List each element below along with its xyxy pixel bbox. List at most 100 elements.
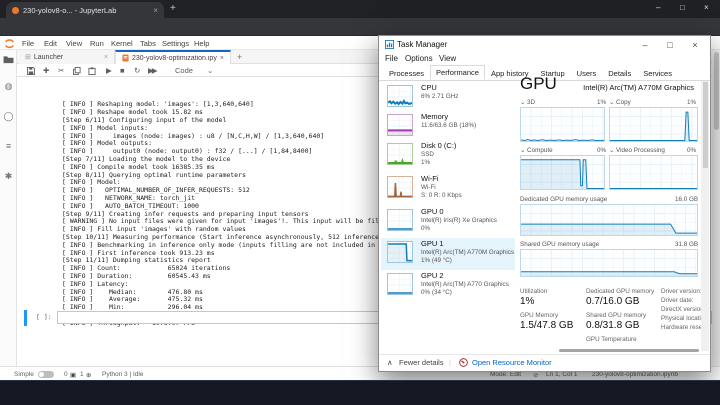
sidebar-item-gpu1-selected[interactable]: GPU 1 Intel(R) Arc(TM) A770M Graphics 1%… [381,238,515,270]
fewer-details-chevron-icon[interactable]: ∧ [387,358,393,367]
tm-menu-options[interactable]: Options [405,54,433,63]
browser-tab-title: 230-yolov8-o... - JupyterLab [23,6,149,15]
menu-kernel[interactable]: Kernel [111,39,133,48]
open-resource-monitor-link[interactable]: Open Resource Monitor [472,358,552,367]
dedicated-gpu-memory-value: 0.7/16.0 GB [586,296,639,307]
fewer-details-button[interactable]: Fewer details [399,358,444,367]
cell-type-select[interactable]: Code [175,66,193,75]
status-filename: 230-yolov8-optimization.ipynb [592,371,678,378]
tm-minimize-button[interactable]: – [634,38,656,52]
sidebar-item-memory[interactable]: Memory 11.6/63.6 GB (18%) [381,111,515,139]
shared-gpu-memory-value: 0.8/31.8 GB [586,320,639,331]
tab-close-icon[interactable]: × [220,55,224,62]
save-icon[interactable] [27,67,35,75]
tm-close-button[interactable]: × [684,38,706,52]
add-cell-icon[interactable]: ✚ [43,66,49,75]
simple-mode-label: Simple [14,371,34,378]
new-tab-button[interactable]: + [170,4,176,14]
menu-run[interactable]: Run [90,39,104,48]
gpu-memory-label: GPU Memory [520,312,558,319]
gpu-panel-title: GPU [520,74,557,94]
chart-copy [609,107,698,142]
tab-services[interactable]: Services [637,66,678,80]
menu-edit[interactable]: Edit [44,39,57,48]
cursor-position: Ln 1, Col 1 [546,371,577,378]
sidebar-item-disk[interactable]: Disk 0 (C:) SSD 1% [381,140,515,172]
jupyter-favicon [12,7,19,14]
browser-titlebar: 230-yolov8-o... - JupyterLab × + – □ × [0,0,720,18]
restart-kernel-icon[interactable]: ↻ [134,66,140,75]
run-cell-icon[interactable]: ▶ [106,66,112,75]
sidebar-item-gpu2[interactable]: GPU 2 Intel(R) Arc(TM) A770 Graphics 0% … [381,270,515,302]
tm-vertical-scrollbar-thumb[interactable] [703,82,708,168]
paste-icon[interactable] [88,67,96,75]
menu-help[interactable]: Help [194,39,209,48]
copy-icon[interactable] [73,67,81,75]
running-sessions-icon[interactable]: ◍ [3,82,14,91]
tm-menu-file[interactable]: File [385,54,398,63]
cell-prompt: [ ]: [36,313,52,321]
tab-close-icon[interactable]: × [153,6,158,15]
gpu1-mini-chart [387,241,413,263]
gpu2-mini-chart [387,273,413,295]
selected-cell-indicator [24,310,27,326]
desktop: 230-yolov8-o... - JupyterLab × + – □ × ←… [0,0,720,405]
windows-taskbar: ⌂ >_ ∧ 12:38 PM 1/17/2023 ☾ [0,380,720,405]
shared-memory-max: 31.8 GB [675,241,698,248]
tab-details[interactable]: Details [602,66,637,80]
tab-users[interactable]: Users [571,66,603,80]
restart-run-all-icon[interactable]: ▶▶ [148,66,156,75]
kernel-status[interactable]: Python 3 | Idle [102,371,143,378]
notification-icon[interactable]: ⊘ [533,371,538,379]
cut-icon[interactable]: ✂ [58,66,64,75]
menu-settings[interactable]: Settings [162,39,189,48]
file-browser-icon[interactable] [3,55,14,64]
chart-copy-label[interactable]: ⌄ Copy [609,99,631,106]
wifi-mini-chart [387,176,413,198]
menu-file[interactable]: File [22,39,34,48]
sidebar-item-wifi[interactable]: Wi-Fi Wi-Fi S: 0 R: 0 Kbps [381,173,515,205]
dedicated-memory-label: Dedicated GPU memory usage [520,196,607,203]
chart-video-processing [609,155,698,190]
dedicated-memory-max: 16.0 GB [675,196,698,203]
browser-tab[interactable]: 230-yolov8-o... - JupyterLab × [6,2,164,18]
tm-menu-view[interactable]: View [439,54,456,63]
dedicated-memory-chart [520,204,698,236]
status-mode: Mode: Edit [490,371,521,378]
chart-compute [520,155,605,190]
add-tab-button[interactable]: + [237,52,242,62]
menu-view[interactable]: View [66,39,82,48]
chart-compute-label[interactable]: ⌄ Compute [520,147,553,154]
stop-kernel-icon[interactable]: ■ [120,66,125,75]
table-of-contents-icon[interactable]: ≡ [3,142,14,151]
resource-monitor-icon [459,358,468,367]
extension-manager-icon[interactable]: ✱ [3,172,14,181]
chart-video-label[interactable]: ⌄ Video Processing [609,147,665,154]
notebook-scrollbar-thumb[interactable] [714,52,719,130]
tab-performance[interactable]: Performance [430,65,485,80]
sidebar-item-cpu[interactable]: CPU 6% 2.71 GHz [381,82,515,110]
chart-3d [520,107,605,142]
chart-copy-pct: 1% [687,99,696,106]
shared-memory-chart [520,249,698,277]
cell-type-chevron-icon[interactable]: ⌄ [207,66,213,75]
tab-processes[interactable]: Processes [383,66,430,80]
sidebar-item-gpu0[interactable]: GPU 0 Intel(R) Iris(R) Xe Graphics 0% [381,206,515,238]
shared-gpu-memory-label: Shared GPU memory [586,312,646,319]
gpu-memory-value: 1.5/47.8 GB [520,320,573,331]
tab-notebook[interactable]: 230-yolov8-optimization.ipy × [115,50,231,64]
browser-navbar: ← → ↻ i localhost:8888/lab/tree/230-yolo… [0,18,720,36]
browser-close-button[interactable]: × [704,3,709,12]
kernel-count: 0 [64,371,68,378]
property-inspector-icon[interactable]: ◯ [3,112,14,121]
tab-launcher[interactable]: ⊞ Launcher × [19,50,115,64]
browser-maximize-button[interactable]: □ [680,3,685,12]
browser-minimize-button[interactable]: – [656,3,660,12]
chart-3d-label[interactable]: ⌄ 3D [520,99,535,106]
tab-close-icon[interactable]: × [104,54,108,61]
dedicated-gpu-memory-label: Dedicated GPU memory [586,288,654,295]
tm-horizontal-scrollbar-thumb[interactable] [559,349,699,352]
tm-maximize-button[interactable]: □ [659,38,681,52]
menu-tabs[interactable]: Tabs [140,39,156,48]
window-title: Task Manager [397,40,447,49]
